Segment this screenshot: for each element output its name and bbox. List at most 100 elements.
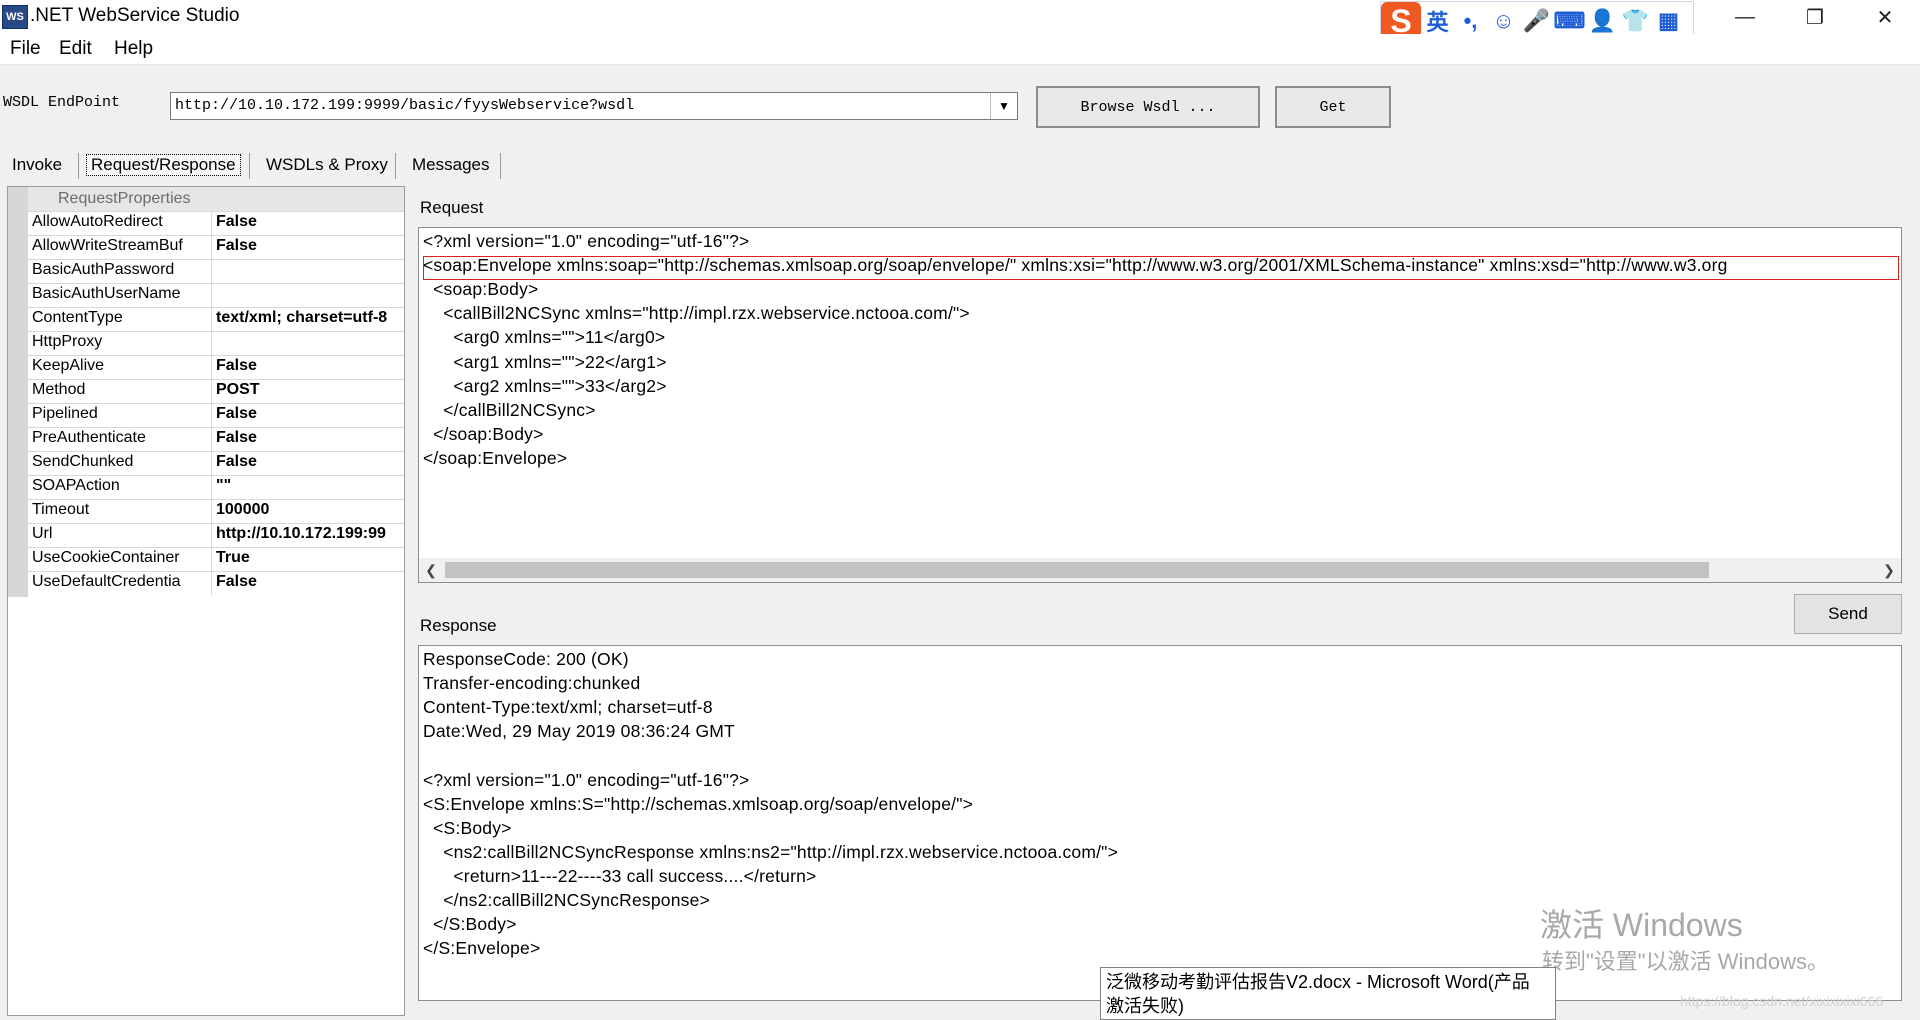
property-row[interactable]: BasicAuthPassword (28, 259, 404, 283)
get-button[interactable]: Get (1275, 86, 1391, 128)
property-name: HttpProxy (32, 333, 103, 350)
property-row[interactable]: UseDefaultCredentia False (28, 571, 404, 595)
tab-request-response[interactable]: Request/Response (86, 152, 241, 178)
response-line: Date:Wed, 29 May 2019 08:36:24 GMT (423, 721, 735, 742)
request-line: </callBill2NCSync> (423, 399, 596, 420)
property-value[interactable]: False (216, 357, 402, 375)
response-line: <S:Envelope xmlns:S="http://schemas.xmls… (423, 793, 974, 814)
property-row[interactable]: ContentType text/xml; charset=utf-8 (28, 307, 404, 331)
property-row[interactable]: BasicAuthUserName (28, 283, 404, 307)
csdn-watermark: https://blog.csdn.net/xixixixixi666 (1680, 993, 1884, 1009)
property-value[interactable]: False (216, 453, 402, 471)
horizontal-scrollbar[interactable]: ❮ ❯ (419, 558, 1901, 582)
property-grid[interactable]: RequestProperties AllowAutoRedirect False… (7, 186, 405, 1016)
property-row[interactable]: Timeout 100000 (28, 499, 404, 523)
send-button[interactable]: Send (1794, 594, 1902, 634)
request-line: <?xml version="1.0" encoding="utf-16"?> (423, 231, 750, 251)
property-name: ContentType (32, 309, 123, 326)
tab-separator (249, 153, 250, 179)
property-name: Timeout (32, 501, 90, 518)
property-value[interactable]: False (216, 429, 402, 447)
window-title: .NET WebService Studio (30, 5, 240, 26)
property-row[interactable]: HttpProxy (28, 331, 404, 355)
restore-button[interactable]: ❐ (1780, 0, 1850, 34)
response-line: </ns2:callBill2NCSyncResponse> (423, 890, 710, 910)
property-value[interactable]: True (216, 549, 402, 567)
property-row[interactable]: UseCookieContainer True (28, 547, 404, 571)
property-name: SendChunked (32, 453, 134, 470)
property-row[interactable]: AllowAutoRedirect False (28, 211, 404, 235)
request-line: <arg1 xmlns="">22</arg1> (423, 351, 667, 372)
menu-edit[interactable]: Edit (59, 38, 92, 60)
scrollbar-thumb[interactable] (445, 562, 1709, 578)
property-name: BasicAuthUserName (32, 285, 181, 302)
grid-line (28, 211, 404, 212)
response-line: Content-Type:text/xml; charset=utf-8 (423, 697, 713, 718)
property-value[interactable]: POST (216, 381, 402, 399)
request-editor[interactable]: <?xml version="1.0" encoding="utf-16"?> <… (418, 227, 1902, 583)
property-row[interactable]: AllowWriteStreamBuf False (28, 235, 404, 259)
response-line: Transfer-encoding:chunked (423, 673, 641, 694)
property-value[interactable]: False (216, 405, 402, 423)
property-row[interactable]: PreAuthenticate False (28, 427, 404, 451)
property-category[interactable]: RequestProperties (28, 187, 404, 211)
grid-line (28, 355, 404, 356)
property-row[interactable]: SendChunked False (28, 451, 404, 475)
grid-line (28, 307, 404, 308)
tooltip-line-1: 泛微移动考勤评估报告V2.docx - Microsoft Word(产品 (1106, 972, 1530, 992)
property-value[interactable]: http://10.10.172.199:99 (216, 525, 402, 543)
grid-line (28, 403, 404, 404)
grid-line (28, 475, 404, 476)
property-row[interactable]: Method POST (28, 379, 404, 403)
activate-windows-subtitle: 转到"设置"以激活 Windows。 (1542, 949, 1829, 974)
browse-wsdl-button[interactable]: Browse Wsdl ... (1036, 86, 1260, 128)
property-name: KeepAlive (32, 357, 105, 374)
request-line: </soap:Body> (423, 423, 544, 444)
tab-invoke[interactable]: Invoke (12, 152, 62, 178)
property-name: Method (32, 381, 86, 398)
tab-separator (78, 153, 79, 179)
response-label: Response (420, 616, 497, 635)
property-row[interactable]: Url http://10.10.172.199:99 (28, 523, 404, 547)
grid-line (28, 451, 404, 452)
response-line: <return>11---22----33 call success....</… (423, 865, 817, 886)
grid-line (28, 499, 404, 500)
dropdown-arrow-icon[interactable]: ▼ (990, 93, 1017, 119)
property-value[interactable]: False (216, 213, 402, 231)
scroll-right-icon[interactable]: ❯ (1879, 560, 1899, 580)
grid-line (28, 571, 404, 572)
request-line: </soap:Envelope> (423, 447, 568, 468)
menu-file[interactable]: File (10, 38, 41, 60)
property-value[interactable]: text/xml; charset=utf-8 (216, 309, 402, 327)
property-name: AllowWriteStreamBuf (32, 237, 183, 254)
response-line: </S:Body> (423, 914, 517, 935)
scroll-left-icon[interactable]: ❮ (421, 560, 441, 580)
request-line: <arg0 xmlns="">11</arg0> (423, 327, 666, 348)
tab-wsdls-proxy[interactable]: WSDLs & Proxy (266, 152, 388, 178)
menu-help[interactable]: Help (114, 38, 153, 60)
property-value[interactable]: False (216, 573, 402, 591)
tab-separator (500, 153, 501, 179)
property-value[interactable]: 100000 (216, 501, 402, 519)
title-bar: WS .NET WebService Studio S 英 •, ☺ 🎤 ⌨ 👤… (0, 0, 1920, 41)
close-button[interactable]: ✕ (1850, 0, 1920, 34)
taskbar-tooltip: 泛微移动考勤评估报告V2.docx - Microsoft Word(产品 激活… (1100, 967, 1556, 1020)
property-name: Url (32, 525, 53, 542)
wsdl-endpoint-combobox[interactable]: http://10.10.172.199:9999/basic/fyysWebs… (170, 92, 1018, 120)
property-row[interactable]: KeepAlive False (28, 355, 404, 379)
wsdl-endpoint-value[interactable]: http://10.10.172.199:9999/basic/fyysWebs… (175, 97, 634, 114)
request-line: <soap:Envelope xmlns:soap="http://schema… (423, 255, 1728, 276)
grid-line (28, 427, 404, 428)
property-category-label: RequestProperties (58, 190, 191, 207)
property-name: BasicAuthPassword (32, 261, 175, 278)
property-name: Pipelined (32, 405, 98, 422)
property-row[interactable]: SOAPAction "" (28, 475, 404, 499)
tab-request-response-label[interactable]: Request/Response (86, 154, 241, 176)
response-line: <?xml version="1.0" encoding="utf-16"?> (423, 769, 750, 790)
minimize-button[interactable]: — (1710, 0, 1780, 34)
request-line: <soap:Body> (423, 279, 539, 300)
tab-messages[interactable]: Messages (412, 152, 489, 178)
property-value[interactable]: "" (216, 477, 402, 495)
property-row[interactable]: Pipelined False (28, 403, 404, 427)
property-value[interactable]: False (216, 237, 402, 255)
